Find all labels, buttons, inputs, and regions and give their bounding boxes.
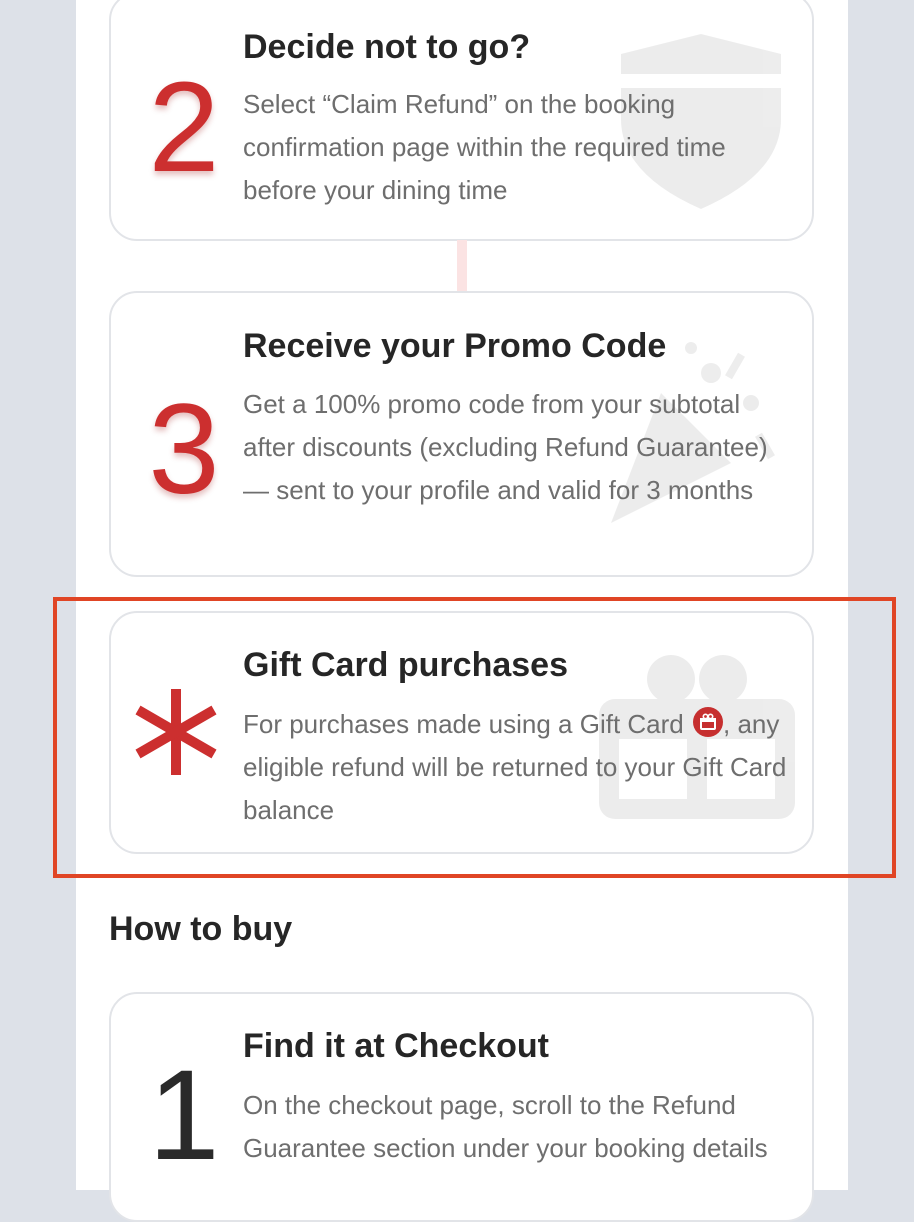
- step-description: Get a 100% promo code from your subtotal…: [243, 389, 768, 505]
- how-to-buy-heading: How to buy: [109, 910, 293, 948]
- highlight-frame: [53, 597, 896, 878]
- buy-step-card-1: 1 Find it at Checkout On the checkout pa…: [109, 992, 814, 1222]
- step-title: Decide not to go?: [243, 28, 531, 66]
- step-description: Select “Claim Refund” on the booking con…: [243, 89, 726, 205]
- step-card-3: 3 Receive your Promo Code Get a 100% pro…: [109, 291, 814, 577]
- step-card-2: 2 Decide not to go? Select “Claim Refund…: [109, 0, 814, 241]
- step-number: 2: [148, 56, 220, 199]
- step-number: 3: [148, 378, 220, 521]
- step-title: Find it at Checkout: [243, 1027, 549, 1065]
- step-connector: [457, 240, 467, 292]
- step-title: Receive your Promo Code: [243, 327, 667, 365]
- step-description: On the checkout page, scroll to the Refu…: [243, 1090, 768, 1163]
- step-number: 1: [148, 1044, 220, 1187]
